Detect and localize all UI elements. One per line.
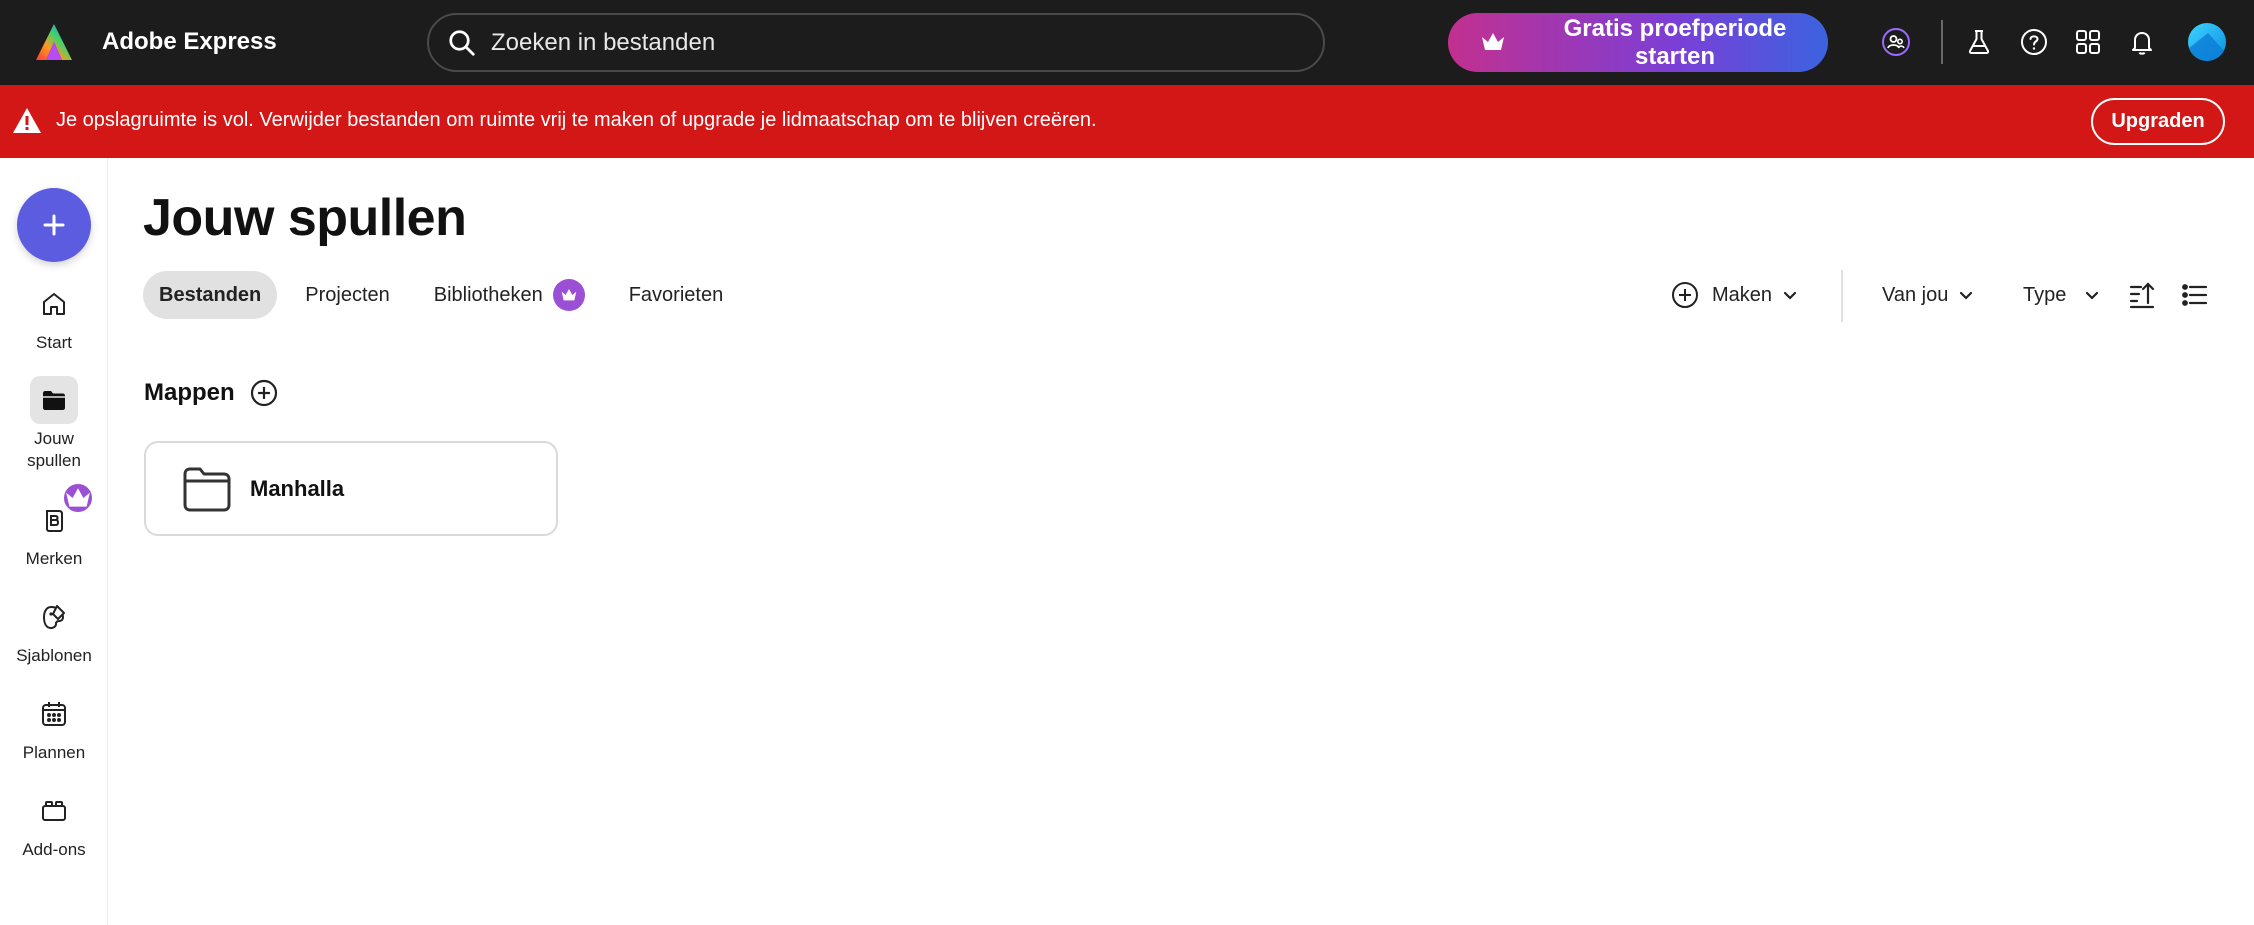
tab-files[interactable]: Bestanden <box>143 271 278 319</box>
owner-filter-dropdown[interactable]: Van jou <box>1882 271 1974 319</box>
header-divider <box>1941 20 1943 64</box>
apps-grid-icon <box>2076 30 2100 54</box>
addons-icon <box>42 801 66 821</box>
sidebar-item-your-stuff[interactable]: Jouw spullen <box>0 376 108 472</box>
apps-button[interactable] <box>2066 20 2110 64</box>
premium-badge <box>552 279 585 311</box>
type-filter-label: Type <box>2023 283 2067 306</box>
home-icon <box>43 293 65 315</box>
owner-filter-label: Van jou <box>1882 283 1949 306</box>
folder-icon-wrap <box>30 376 78 424</box>
flask-icon <box>1968 30 1990 54</box>
sidebar-item-brands[interactable]: Merken <box>0 482 108 570</box>
upgrade-button[interactable]: Upgraden <box>2091 98 2225 145</box>
tab-libraries[interactable]: Bibliotheken <box>418 271 601 319</box>
create-new-button[interactable] <box>17 188 91 262</box>
add-folder-button[interactable] <box>249 378 279 408</box>
crown-icon <box>1482 33 1504 50</box>
sidebar-item-addons[interactable]: Add-ons <box>0 787 108 861</box>
avatar-shape-icon <box>2188 33 2226 61</box>
home-icon-wrap <box>30 280 78 328</box>
user-avatar[interactable] <box>2188 23 2226 61</box>
sidebar-item-plan[interactable]: Plannen <box>0 690 108 764</box>
tab-projects[interactable]: Projecten <box>289 271 406 319</box>
share-users-button[interactable] <box>1874 20 1918 64</box>
labs-button[interactable] <box>1957 20 2001 64</box>
templates-icon-wrap <box>30 593 78 641</box>
add-circle-icon <box>1672 282 1698 308</box>
sort-ascending-icon <box>2129 282 2155 309</box>
help-button[interactable] <box>2012 20 2056 64</box>
calendar-icon-wrap <box>30 690 78 738</box>
chevron-down-icon <box>2086 291 2099 300</box>
create-menu-button[interactable]: Maken <box>1670 271 1798 319</box>
help-icon <box>2021 29 2047 55</box>
chevron-down-icon <box>1783 291 1797 300</box>
bell-icon <box>2132 32 2152 55</box>
folder-icon <box>183 467 231 511</box>
sidebar-item-label: Sjablonen <box>16 646 92 665</box>
content-tabs: Bestanden Projecten Bibliotheken Favorie… <box>143 271 751 319</box>
top-bar: Adobe Express Gratis proefperiode starte… <box>0 0 2254 85</box>
folder-name: Manhalla <box>250 475 345 501</box>
list-view-icon <box>2182 284 2208 306</box>
free-trial-button[interactable]: Gratis proefperiode starten <box>1448 13 1828 72</box>
premium-badge <box>62 482 94 514</box>
create-menu-label: Maken <box>1712 283 1773 306</box>
adobe-express-logo[interactable] <box>34 22 74 62</box>
folder-icon <box>43 391 65 410</box>
crown-icon <box>561 289 577 301</box>
tab-libraries-label: Bibliotheken <box>433 283 543 306</box>
crown-icon <box>66 488 90 507</box>
free-trial-label: Gratis proefperiode starten <box>1563 14 1787 70</box>
folder-card[interactable]: Manhalla <box>144 441 558 536</box>
plus-icon <box>43 214 65 236</box>
add-circle-icon <box>250 379 277 407</box>
folders-section-title: Mappen <box>144 379 235 406</box>
sidebar-item-templates[interactable]: Sjablonen <box>0 593 108 667</box>
sidebar-item-label: Add-ons <box>22 840 86 859</box>
sort-button[interactable] <box>2124 277 2160 313</box>
sidebar-item-label: Plannen <box>22 743 86 762</box>
tab-favorites[interactable]: Favorieten <box>613 271 740 319</box>
brand-name[interactable]: Adobe Express <box>102 28 277 56</box>
calendar-icon <box>42 702 66 726</box>
storage-full-alert: Je opslagruimte is vol. Verwijder bestan… <box>0 85 2254 158</box>
left-sidebar: Start Jouw spullen Merken Sjablonen Plan… <box>0 158 108 925</box>
list-view-button[interactable] <box>2177 277 2213 313</box>
sidebar-item-label: Jouw spullen <box>27 429 81 470</box>
notifications-button[interactable] <box>2120 20 2164 64</box>
warning-icon <box>13 108 41 133</box>
sidebar-item-label: Merken <box>25 549 83 568</box>
templates-icon <box>43 605 65 629</box>
chevron-down-icon <box>1960 291 1973 300</box>
sidebar-item-label: Start <box>36 333 72 352</box>
sidebar-item-start[interactable]: Start <box>0 280 108 354</box>
search-bar[interactable] <box>427 13 1325 72</box>
brand-icon-wrap <box>30 482 94 544</box>
search-icon <box>449 29 475 56</box>
page-title: Jouw spullen <box>143 189 467 247</box>
type-filter-dropdown[interactable]: Type <box>2023 271 2100 319</box>
alert-message: Je opslagruimte is vol. Verwijder bestan… <box>56 109 1097 131</box>
toolbar-divider <box>1841 270 1843 322</box>
search-input[interactable] <box>491 28 1271 57</box>
people-icon <box>1882 28 1910 56</box>
addons-icon-wrap <box>30 787 78 835</box>
folders-section-header: Mappen <box>144 378 279 408</box>
